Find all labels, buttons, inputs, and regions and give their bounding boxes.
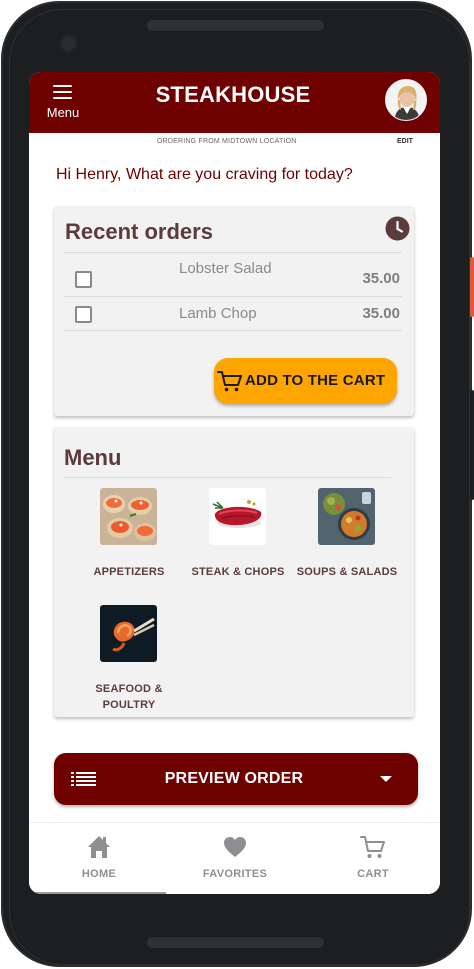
front-camera xyxy=(59,34,78,53)
nav-cart[interactable]: CART xyxy=(323,823,423,894)
order-item-price: 35.00 xyxy=(362,305,400,322)
order-checkbox[interactable] xyxy=(75,271,92,288)
power-button[interactable] xyxy=(470,257,474,317)
volume-button[interactable] xyxy=(470,390,474,500)
nav-label: FAVORITES xyxy=(202,868,268,880)
top-speaker xyxy=(147,20,324,31)
app-title: STEAKHOUSE xyxy=(155,82,311,107)
preview-order-button[interactable]: PREVIEW ORDER xyxy=(54,753,418,805)
menu-label: Menu xyxy=(46,105,80,120)
list-icon xyxy=(71,772,96,786)
category-label: SEAFOOD & POULTRY xyxy=(95,683,163,711)
nav-home[interactable]: HOME xyxy=(49,823,149,894)
recent-orders-title: Recent orders xyxy=(65,219,213,244)
steak-image xyxy=(209,488,266,545)
chevron-down-icon[interactable] xyxy=(380,776,392,782)
cart-icon xyxy=(360,836,385,858)
nav-label: CART xyxy=(357,868,389,880)
menu-button[interactable]: Menu xyxy=(43,82,83,124)
order-item-name: Lobster Salad xyxy=(179,260,272,277)
add-to-cart-label: ADD TO THE CART xyxy=(245,372,386,389)
clock-icon[interactable] xyxy=(385,216,410,241)
menu-divider xyxy=(64,477,391,478)
category-label: SOUPS & SALADS xyxy=(296,566,398,578)
menu-title: Menu xyxy=(64,445,122,470)
bottom-speaker xyxy=(147,937,324,948)
active-tab-indicator xyxy=(29,892,166,894)
edit-location-link[interactable]: EDIT xyxy=(397,138,413,145)
cart-icon xyxy=(217,371,242,392)
order-item-name: Lamb Chop xyxy=(179,305,257,322)
menu-card: Menu APPETIZERS STEAK & CHOPS SOUPS & SA… xyxy=(54,427,414,717)
appetizers-image xyxy=(100,488,157,545)
heart-icon xyxy=(224,837,246,857)
ordering-location: ORDERING FROM MIDTOWN LOCATION xyxy=(157,138,297,145)
category-label: STEAK & CHOPS xyxy=(191,566,285,578)
order-item-price: 35.00 xyxy=(362,270,400,287)
card-divider xyxy=(64,296,402,297)
hamburger-icon xyxy=(53,85,72,99)
greeting-text: Hi Henry, What are you craving for today… xyxy=(56,166,353,183)
soups-image xyxy=(318,488,375,545)
avatar[interactable] xyxy=(385,79,427,121)
app-screen: Menu STEAKHOUSE ORDERING FROM MIDTOWN LO… xyxy=(29,72,440,894)
home-icon xyxy=(88,836,110,858)
add-to-cart-button[interactable]: ADD TO THE CART xyxy=(214,358,397,404)
order-row[interactable]: Lobster Salad 35.00 xyxy=(64,258,404,294)
order-checkbox[interactable] xyxy=(75,306,92,323)
bottom-navigation: HOME FAVORITES CART xyxy=(29,822,440,894)
card-divider xyxy=(64,330,402,331)
recent-orders-card: Recent orders Lobster Salad 35.00 Lamb C… xyxy=(54,206,414,416)
app-bar: Menu STEAKHOUSE xyxy=(29,72,440,133)
nav-favorites[interactable]: FAVORITES xyxy=(185,823,285,894)
phone-frame: Menu STEAKHOUSE ORDERING FROM MIDTOWN LO… xyxy=(0,0,474,969)
category-label: APPETIZERS xyxy=(93,566,165,578)
nav-label: HOME xyxy=(81,868,117,880)
seafood-image xyxy=(100,605,157,662)
location-bar: ORDERING FROM MIDTOWN LOCATION EDIT xyxy=(29,138,440,150)
preview-order-label: PREVIEW ORDER xyxy=(164,770,304,787)
order-row[interactable]: Lamb Chop 35.00 xyxy=(64,298,404,334)
card-divider xyxy=(64,252,402,253)
